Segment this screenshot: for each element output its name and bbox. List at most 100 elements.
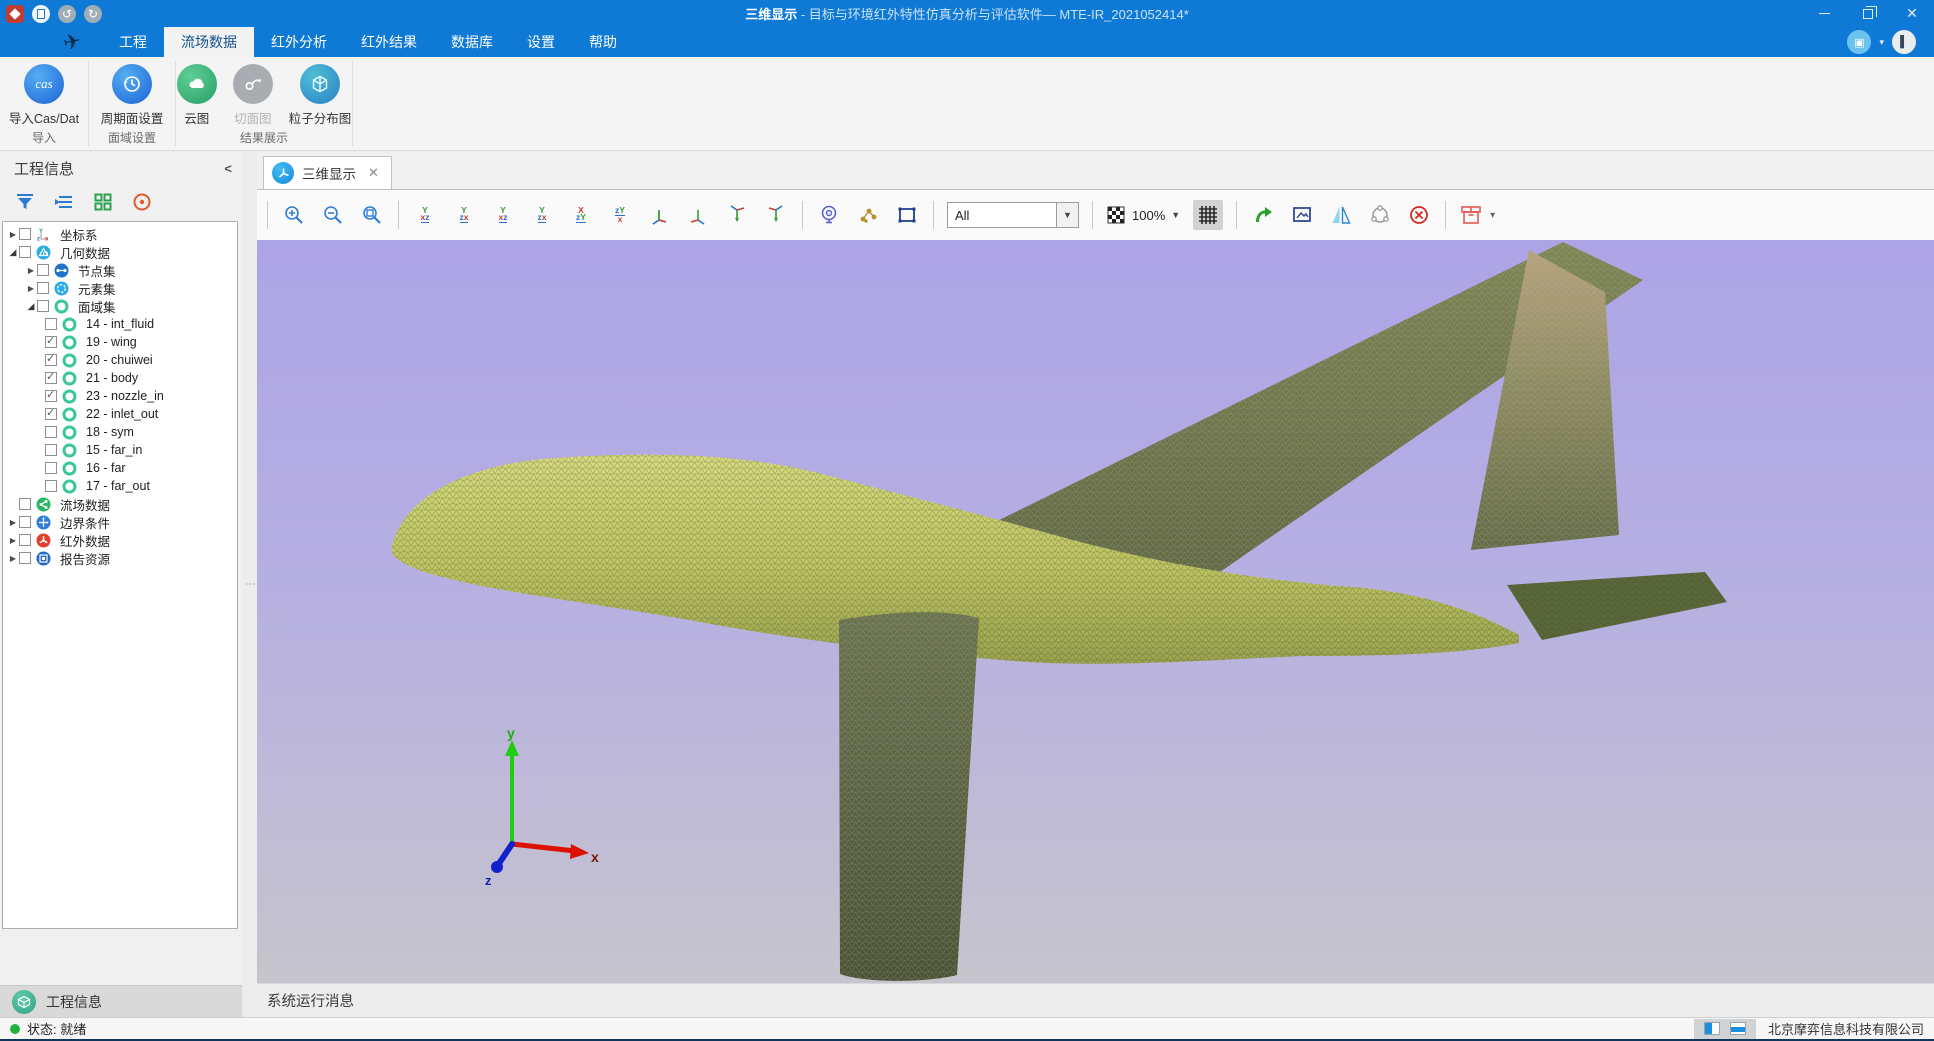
expander-collapsed-icon[interactable]: ▶ [25, 266, 37, 275]
tree-item-surface[interactable]: 19 - wing [3, 333, 237, 351]
tree-checkbox[interactable] [37, 300, 49, 312]
expander-expanded-icon[interactable]: ◢ [7, 247, 19, 258]
tree-item-surface-set[interactable]: ◢ 面域集 [3, 297, 237, 315]
menu-tab-engineering[interactable]: 工程 [102, 27, 164, 57]
view-back-button[interactable]: Yzx [451, 202, 477, 228]
restore-button[interactable] [1846, 0, 1890, 27]
mesh-grid-toggle[interactable] [1193, 200, 1223, 230]
import-cas-dat-button[interactable]: cas 导入Cas/Dat [3, 62, 85, 129]
expander-collapsed-icon[interactable]: ▶ [7, 554, 19, 563]
tree-item-surface[interactable]: 23 - nozzle_in [3, 387, 237, 405]
export-view-button[interactable] [1250, 202, 1276, 228]
section-box-dropdown[interactable]: ▾ [1459, 204, 1495, 226]
view-left-button[interactable]: Yxz [490, 202, 516, 228]
menu-tab-database[interactable]: 数据库 [434, 27, 510, 57]
particle-distribution-button[interactable]: 粒子分布图 [283, 62, 358, 129]
undo-icon[interactable]: ↺ [58, 5, 76, 23]
expander-collapsed-icon[interactable]: ▶ [7, 230, 19, 239]
zoom-level-dropdown[interactable]: 100% ▼ [1106, 205, 1180, 225]
tab-3d-display[interactable]: 三维显示 ✕ [263, 156, 392, 189]
mirror-button[interactable] [1328, 202, 1354, 228]
tree-checkbox[interactable] [45, 318, 57, 330]
tab-close-icon[interactable]: ✕ [368, 165, 379, 181]
tree-item-infrared-data[interactable]: ▶ 红外数据 [3, 531, 237, 549]
menu-tab-infrared-analysis[interactable]: 红外分析 [254, 27, 344, 57]
tree-checkbox-checked[interactable] [45, 354, 57, 366]
tree-item-geometry-data[interactable]: ◢ 几何数据 [3, 243, 237, 261]
panel-splitter[interactable]: ⋮ [242, 151, 257, 1017]
layout-left-panel-icon[interactable] [1704, 1022, 1720, 1035]
display-filter-select[interactable]: All ▼ [947, 202, 1079, 228]
style-caret-icon[interactable]: ▾ [1879, 37, 1884, 48]
tree-item-flow-data[interactable]: 流场数据 [3, 495, 237, 513]
particle-trace-button[interactable] [855, 202, 881, 228]
tree-checkbox-checked[interactable] [45, 336, 57, 348]
tree-item-surface[interactable]: 15 - far_in [3, 441, 237, 459]
tree-checkbox[interactable] [19, 516, 31, 528]
tree-checkbox[interactable] [19, 498, 31, 510]
zoom-caret-icon[interactable]: ▼ [1171, 210, 1180, 220]
tree-item-report-resources[interactable]: ▶ 报告资源 [3, 549, 237, 567]
view-top-button[interactable]: XzY [568, 202, 594, 228]
combo-caret-icon[interactable]: ▼ [1056, 203, 1078, 227]
clear-all-button[interactable] [1406, 202, 1432, 228]
menu-tab-help[interactable]: 帮助 [572, 27, 634, 57]
menu-tab-flow-data[interactable]: 流场数据 [164, 27, 254, 57]
snapshot-button[interactable] [1289, 202, 1315, 228]
3d-viewport[interactable]: y x z [257, 240, 1934, 983]
tree-checkbox[interactable] [19, 228, 31, 240]
cloud-map-button[interactable]: 云图 [171, 62, 223, 129]
new-file-icon[interactable] [32, 5, 50, 23]
tree-item-node-set[interactable]: ▶ 节点集 [3, 261, 237, 279]
iso-view-button-2[interactable] [685, 202, 711, 228]
zoom-in-button[interactable] [281, 202, 307, 228]
style-icon[interactable]: ▣ [1847, 30, 1871, 54]
periodic-face-settings-button[interactable]: 周期面设置 [95, 62, 170, 129]
zoom-out-button[interactable] [320, 202, 346, 228]
iso-view-button-1[interactable] [646, 202, 672, 228]
tree-item-coordinate-system[interactable]: ▶ Yzx 坐标系 [3, 225, 237, 243]
iso-view-button-3[interactable] [724, 202, 750, 228]
tree-checkbox[interactable] [45, 426, 57, 438]
view-right-button[interactable]: Yzx [529, 202, 555, 228]
tree-item-element-set[interactable]: ▶ 元素集 [3, 279, 237, 297]
tree-item-surface[interactable]: 18 - sym [3, 423, 237, 441]
menu-tab-settings[interactable]: 设置 [510, 27, 572, 57]
layout-bottom-panel-icon[interactable] [1730, 1022, 1746, 1035]
package-caret-icon[interactable]: ▾ [1490, 210, 1495, 221]
tree-checkbox[interactable] [19, 552, 31, 564]
list-view-icon[interactable] [53, 191, 75, 213]
iso-view-button-4[interactable] [763, 202, 789, 228]
tree-checkbox-checked[interactable] [45, 408, 57, 420]
tree-checkbox[interactable] [45, 444, 57, 456]
tree-item-surface[interactable]: 21 - body [3, 369, 237, 387]
group-display-button[interactable] [1367, 202, 1393, 228]
close-button[interactable]: ✕ [1890, 0, 1934, 27]
tree-item-boundary-conditions[interactable]: ▶ 边界条件 [3, 513, 237, 531]
redo-icon[interactable]: ↻ [84, 5, 102, 23]
tree-item-surface[interactable]: 20 - chuiwei [3, 351, 237, 369]
view-front-button[interactable]: Yxz [412, 202, 438, 228]
expander-collapsed-icon[interactable]: ▶ [7, 536, 19, 545]
menu-tab-infrared-results[interactable]: 红外结果 [344, 27, 434, 57]
box-select-button[interactable] [894, 202, 920, 228]
tree-checkbox-checked[interactable] [45, 372, 57, 384]
manual-icon[interactable]: ▌ [1892, 30, 1916, 54]
tree-checkbox[interactable] [19, 534, 31, 546]
expander-expanded-icon[interactable]: ◢ [25, 301, 37, 312]
tree-item-surface[interactable]: 16 - far [3, 459, 237, 477]
expander-collapsed-icon[interactable]: ▶ [7, 518, 19, 527]
probe-button[interactable] [816, 202, 842, 228]
panel-bottom-tab[interactable]: 工程信息 [0, 985, 242, 1017]
panel-collapse-icon[interactable]: < [224, 161, 232, 176]
target-icon[interactable] [131, 191, 153, 213]
tree-checkbox[interactable] [37, 264, 49, 276]
minimize-button[interactable] [1802, 0, 1846, 27]
expander-collapsed-icon[interactable]: ▶ [25, 284, 37, 293]
tree-checkbox[interactable] [19, 246, 31, 258]
tree-checkbox[interactable] [45, 480, 57, 492]
grid-view-icon[interactable] [92, 191, 114, 213]
tree-checkbox[interactable] [45, 462, 57, 474]
tree-item-surface[interactable]: 22 - inlet_out [3, 405, 237, 423]
tree-checkbox-checked[interactable] [45, 390, 57, 402]
